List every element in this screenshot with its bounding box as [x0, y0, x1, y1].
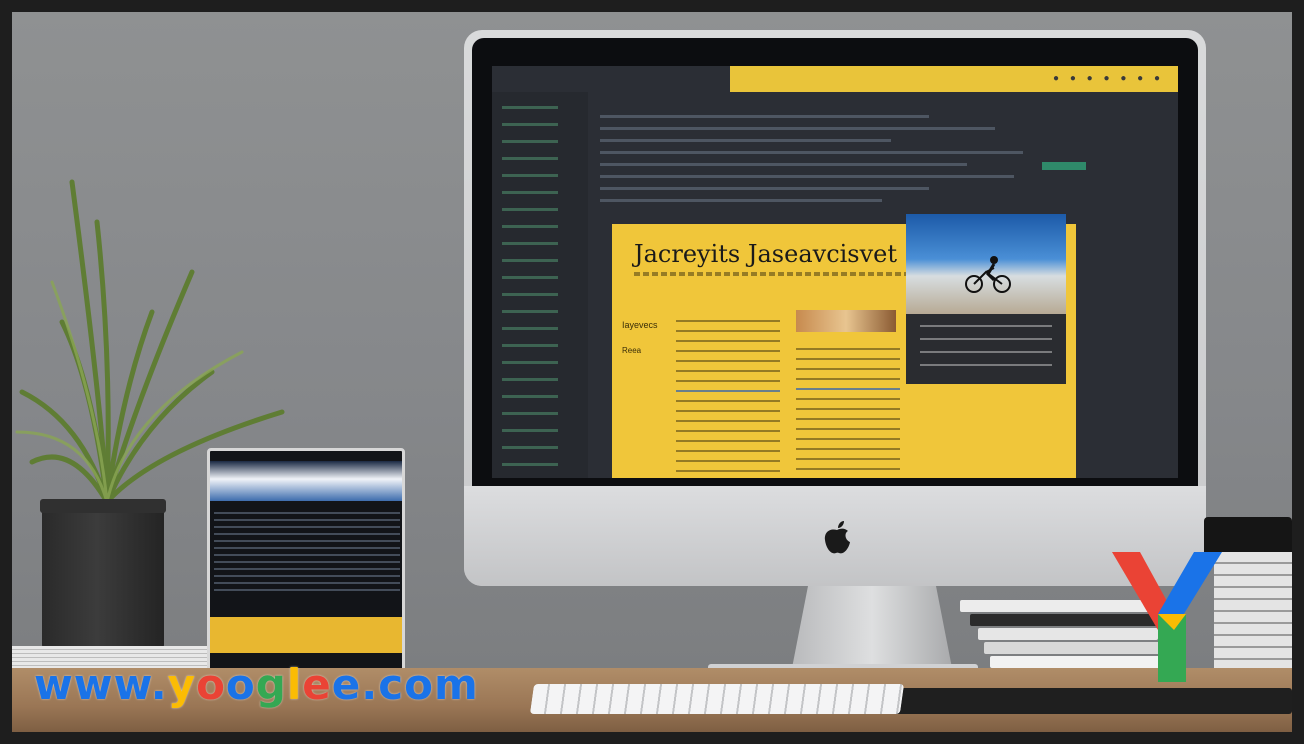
plant-pot [40, 499, 166, 649]
watermark-segment: y [167, 660, 197, 709]
document-title: Jacreyits Jaseavcisvet [634, 240, 898, 268]
toolbar-icons: ● ● ● ● ● ● ● [1053, 73, 1164, 84]
yooglee-y-logo [1112, 552, 1222, 682]
imac-bezel: ● ● ● ● ● ● ● Jacreyits Jaseavcisvet Iay… [472, 38, 1198, 486]
watermark-segment: o [196, 660, 226, 709]
keyboard [529, 684, 905, 714]
imac-screen: ● ● ● ● ● ● ● Jacreyits Jaseavcisvet Iay… [492, 66, 1178, 478]
imac-computer: ● ● ● ● ● ● ● Jacreyits Jaseavcisvet Iay… [464, 30, 1206, 586]
photo-scene: ● ● ● ● ● ● ● Jacreyits Jaseavcisvet Iay… [12, 12, 1292, 732]
editor-code-lines [600, 106, 1070, 211]
imac-stand [792, 586, 952, 668]
speaker [1204, 517, 1292, 557]
watermark-segment: o [225, 660, 256, 709]
desk-mat [892, 688, 1292, 714]
watermark-segment: l [286, 660, 303, 709]
text-column [796, 340, 900, 478]
small-monitor [207, 448, 405, 672]
cyclist-photo [906, 214, 1066, 314]
watermark-segment: g [255, 660, 287, 709]
watermark-text: www.yooglee.com [34, 660, 479, 709]
watermark-segment: e [302, 660, 332, 709]
small-monitor-banner [210, 461, 402, 501]
watermark-segment: www. [34, 660, 168, 709]
browser-toolbar: ● ● ● ● ● ● ● [730, 66, 1178, 92]
text-column [676, 312, 780, 478]
editor-sidebar [492, 92, 588, 478]
photo-caption-panel [906, 314, 1066, 384]
small-monitor-code [214, 507, 400, 607]
document-label: Reea [622, 346, 642, 355]
watermark-segment: e [331, 660, 362, 709]
document-label: Iayevecs [622, 320, 658, 330]
apple-logo-icon [824, 521, 850, 554]
watermark-segment: .com [361, 660, 479, 709]
editor-badge [1042, 162, 1086, 170]
document-image-strip [796, 310, 896, 332]
book-stack-right [1214, 552, 1292, 672]
small-monitor-yellow-bar [210, 617, 402, 653]
